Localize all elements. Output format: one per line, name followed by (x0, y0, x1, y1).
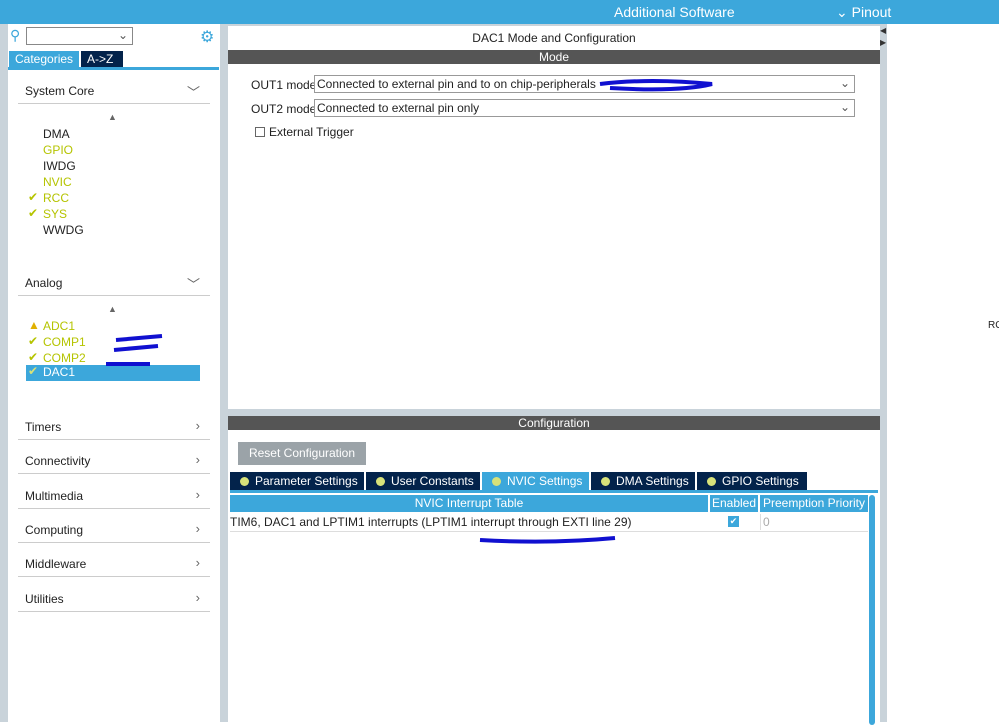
list-item[interactable]: ▲ ADC1 (26, 318, 200, 334)
tab-dma-settings[interactable]: DMA Settings (591, 472, 695, 490)
chevron-down-icon: ﹀ (186, 85, 200, 100)
column-header: Enabled (710, 495, 758, 512)
out1-mode-select[interactable]: Connected to external pin and to on chip… (314, 75, 855, 93)
category-middleware[interactable]: Middleware › (18, 555, 210, 577)
status-ok-icon (707, 477, 716, 486)
tab-nvic-settings[interactable]: NVIC Settings (482, 472, 589, 490)
list-item[interactable]: ✔ COMP1 (26, 334, 200, 350)
chevron-right-icon: › (195, 452, 200, 467)
list-item[interactable]: DMA (26, 127, 200, 142)
pinout-partial-label: RC (988, 320, 999, 331)
configuration-panel: Configuration Reset Configuration Parame… (228, 416, 880, 725)
tab-user-constants[interactable]: User Constants (366, 472, 480, 490)
warning-icon: ▲ (28, 318, 40, 332)
out1-label: OUT1 mode (251, 78, 317, 92)
enabled-checkbox[interactable]: ✔ (728, 516, 739, 527)
tab-underline (8, 67, 219, 70)
status-ok-icon (376, 477, 385, 486)
list-item[interactable]: GPIO (26, 143, 200, 158)
status-ok-icon (601, 477, 610, 486)
chevron-down-icon: ⌄ (839, 76, 850, 90)
status-ok-icon (240, 477, 249, 486)
check-icon: ✔ (28, 206, 39, 220)
check-icon: ✔ (28, 334, 39, 348)
out2-label: OUT2 mode (251, 102, 317, 116)
tab-categories[interactable]: Categories (9, 51, 79, 67)
chevron-right-icon: › (195, 521, 200, 536)
list-item-selected[interactable]: ✔ DAC1 (26, 364, 200, 381)
page-title: DAC1 Mode and Configuration (472, 31, 636, 45)
out2-mode-select[interactable]: Connected to external pin only ⌄ (314, 99, 855, 117)
search-input[interactable]: ⌄ (26, 27, 133, 45)
sort-icon[interactable]: ▲ (108, 304, 117, 314)
additional-software-menu[interactable]: Additional Software (614, 4, 735, 20)
mode-panel: DAC1 Mode and Configuration Mode OUT1 mo… (228, 26, 880, 409)
category-analog[interactable]: Analog ﹀ (18, 276, 210, 296)
tab-parameter-settings[interactable]: Parameter Settings (230, 472, 364, 490)
top-bar: Additional Software ⌄ Pinout (0, 0, 999, 24)
chevron-down-icon: ﹀ (186, 277, 200, 292)
list-item[interactable]: ✔ RCC (26, 190, 200, 206)
checkbox-icon (255, 127, 265, 137)
gear-icon[interactable]: ⚙ (200, 27, 214, 47)
reset-configuration-button[interactable]: Reset Configuration (238, 442, 366, 465)
chevron-down-icon[interactable]: ⌄ (118, 28, 128, 42)
category-computing[interactable]: Computing › (18, 521, 210, 543)
category-multimedia[interactable]: Multimedia › (18, 487, 210, 509)
column-header: Preemption Priority (760, 495, 868, 512)
chevron-down-icon: ⌄ (836, 4, 848, 20)
tab-a-z[interactable]: A->Z (81, 51, 123, 67)
mode-header: Mode (228, 50, 880, 64)
chevron-down-icon: ⌄ (839, 100, 850, 114)
check-icon: ✔ (28, 364, 39, 378)
category-connectivity[interactable]: Connectivity › (18, 452, 210, 474)
column-header: NVIC Interrupt Table (230, 495, 708, 512)
tab-gpio-settings[interactable]: GPIO Settings (697, 472, 807, 490)
pinout-menu[interactable]: ⌄ Pinout (836, 4, 891, 21)
nvic-table: NVIC Interrupt Table Enabled Preemption … (230, 490, 878, 725)
interrupt-name: TIM6, DAC1 and LPTIM1 interrupts (LPTIM1… (230, 515, 632, 529)
preemption-priority[interactable]: 0 (760, 514, 770, 530)
check-icon: ✔ (28, 350, 39, 364)
collapse-left-icon: ◀ (880, 26, 887, 35)
category-system-core[interactable]: System Core ﹀ (18, 84, 210, 104)
chevron-right-icon: › (195, 555, 200, 570)
scrollbar[interactable] (869, 495, 875, 725)
chevron-right-icon: › (195, 418, 200, 433)
chevron-right-icon: › (195, 487, 200, 502)
check-icon: ✔ (28, 190, 39, 204)
list-item[interactable]: IWDG (26, 159, 200, 174)
splitter-handle[interactable]: ◀ ▶ (880, 26, 887, 722)
external-trigger-checkbox[interactable]: External Trigger (255, 125, 354, 139)
list-item[interactable]: WWDG (26, 223, 200, 238)
search-icon[interactable]: ⚲ (10, 27, 20, 44)
collapse-right-icon: ▶ (880, 38, 887, 47)
list-item[interactable]: NVIC (26, 175, 200, 190)
category-utilities[interactable]: Utilities › (18, 590, 210, 612)
configuration-header: Configuration (228, 416, 880, 430)
status-ok-icon (492, 477, 501, 486)
list-item[interactable]: ✔ SYS (26, 206, 200, 222)
list-item[interactable]: ✔ COMP2 (26, 350, 200, 366)
sort-icon[interactable]: ▲ (108, 112, 117, 122)
category-timers[interactable]: Timers › (18, 418, 210, 440)
chevron-right-icon: › (195, 590, 200, 605)
